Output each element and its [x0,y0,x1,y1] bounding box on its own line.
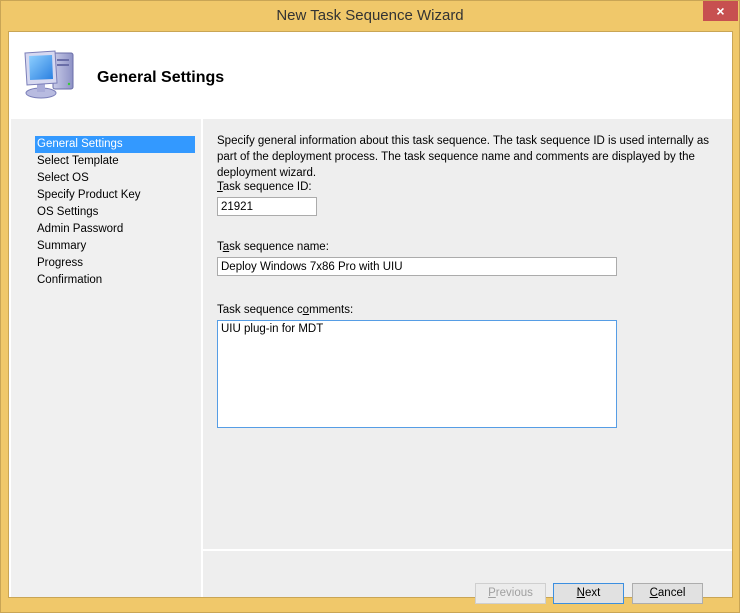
button-bar: Previous Next Cancel [203,551,732,604]
task-sequence-name-input[interactable]: Deploy Windows 7x86 Pro with UIU [217,257,617,276]
task-sequence-id-label: Task sequence ID: [217,181,312,193]
previous-button[interactable]: Previous [475,583,546,604]
nav-item-specify-product-key[interactable]: Specify Product Key [35,187,195,204]
wizard-client-area: General Settings General Settings Select… [8,31,733,604]
button-label: ancel [657,587,686,599]
nav-item-select-os[interactable]: Select OS [35,170,195,187]
nav-item-progress[interactable]: Progress [35,255,195,272]
nav-item-summary[interactable]: Summary [35,238,195,255]
task-sequence-comments-textarea[interactable]: UIU plug-in for MDT [217,320,617,428]
wizard-steps-list: General Settings Select Template Select … [35,136,195,289]
content-pane: Specify general information about this t… [203,119,732,549]
nav-item-select-template[interactable]: Select Template [35,153,195,170]
description-text: Specify general information about this t… [217,135,710,179]
access-key: C [649,587,658,599]
label-text: ask sequence ID: [222,181,312,193]
label-text: mments: [309,304,354,316]
access-key: P [488,587,496,599]
task-sequence-comments-label: Task sequence comments: [217,304,353,316]
nav-item-confirmation[interactable]: Confirmation [35,272,195,289]
nav-item-general-settings[interactable]: General Settings [35,136,195,153]
task-sequence-name-label: Task sequence name: [217,241,329,253]
button-label: ext [584,587,601,599]
cancel-button[interactable]: Cancel [632,583,703,604]
window-title: New Task Sequence Wizard [276,7,464,24]
access-key: N [576,587,585,599]
computer-icon [24,50,74,99]
label-text: Task sequence c [217,304,303,316]
close-icon: × [716,3,725,19]
label-text: sk sequence name: [229,241,329,253]
button-label: revious [495,587,533,599]
page-title: General Settings [97,69,225,86]
wizard-steps-pane: General Settings Select Template Select … [11,119,201,597]
close-button[interactable]: × [703,1,738,21]
nav-item-admin-password[interactable]: Admin Password [35,221,195,238]
nav-item-os-settings[interactable]: OS Settings [35,204,195,221]
title-bar[interactable]: New Task Sequence Wizard × [1,1,739,31]
wizard-window: New Task Sequence Wizard × General Setti… [0,0,740,613]
next-button[interactable]: Next [553,583,624,604]
wizard-header: General Settings [9,32,732,118]
task-sequence-id-input[interactable]: 21921 [217,197,317,216]
